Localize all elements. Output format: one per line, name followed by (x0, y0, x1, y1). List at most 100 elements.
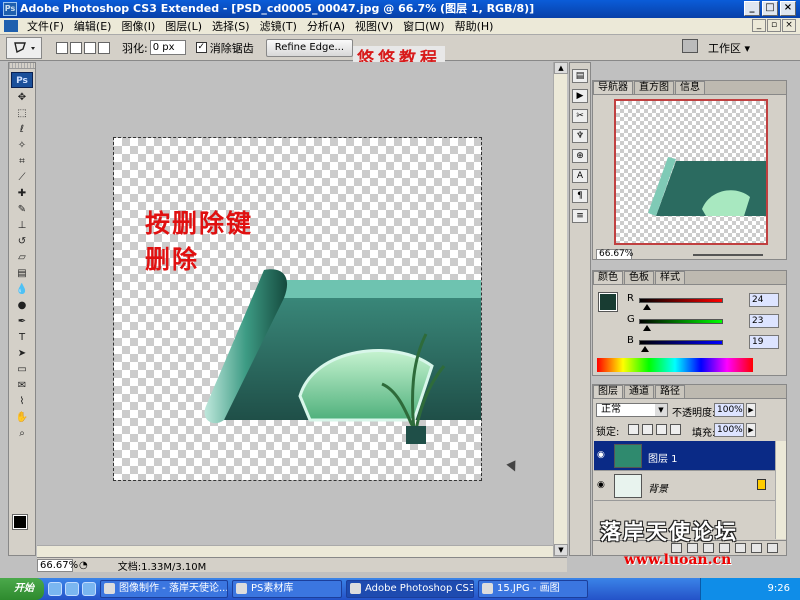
marquee-tool-icon[interactable]: ⬚ (11, 107, 33, 120)
layer-row-background[interactable]: ◉ 背景 (594, 471, 786, 501)
shape-tool-icon[interactable]: ▭ (11, 363, 33, 376)
horizontal-scrollbar[interactable] (37, 545, 553, 557)
start-button[interactable]: 开始 (0, 578, 44, 600)
lock-position-icon[interactable] (656, 424, 667, 435)
tab-info[interactable]: 信息 (675, 81, 705, 94)
tool-presets-icon[interactable]: ✂ (572, 109, 588, 123)
zoom-level-field[interactable]: 66.67% (37, 558, 78, 572)
lasso-tool-icon[interactable]: ℓ (11, 123, 33, 136)
bridge-icon[interactable] (682, 39, 698, 53)
hand-tool-icon[interactable]: ✋ (11, 411, 33, 424)
clone-source-icon[interactable]: ⊕ (572, 149, 588, 163)
tool-preset-picker[interactable] (6, 36, 42, 59)
path-selection-tool-icon[interactable]: ➤ (11, 347, 33, 360)
tab-histogram[interactable]: 直方图 (634, 81, 674, 94)
tab-paths[interactable]: 路径 (655, 385, 685, 398)
image-canvas[interactable] (113, 137, 482, 481)
brush-tool-icon[interactable]: ✎ (11, 203, 33, 216)
tab-layers[interactable]: 图层 (593, 385, 623, 398)
crop-tool-icon[interactable]: ⌗ (11, 155, 33, 168)
eraser-tool-icon[interactable]: ▱ (11, 251, 33, 264)
scroll-up-icon[interactable]: ▲ (554, 62, 568, 74)
menu-layer[interactable]: 图层(L) (160, 18, 207, 34)
blend-mode-select[interactable]: 正常 ▼ (596, 403, 668, 417)
close-button[interactable]: × (780, 1, 796, 16)
clone-stamp-tool-icon[interactable]: ⊥ (11, 219, 33, 232)
document-icon[interactable] (4, 20, 18, 32)
doc-close-button[interactable]: × (782, 19, 796, 32)
lock-all-icon[interactable] (670, 424, 681, 435)
feather-input[interactable]: 0 px (149, 40, 186, 55)
slice-tool-icon[interactable]: ⟋ (11, 171, 33, 184)
blur-tool-icon[interactable]: 💧 (11, 283, 33, 296)
layer-comps-icon[interactable]: ≡ (572, 209, 588, 223)
pen-tool-icon[interactable]: ✒ (11, 315, 33, 328)
tab-navigator[interactable]: 导航器 (593, 81, 633, 94)
actions-panel-icon[interactable]: ▶ (572, 89, 588, 103)
doc-minimize-button[interactable]: _ (752, 19, 766, 32)
history-brush-tool-icon[interactable]: ↺ (11, 235, 33, 248)
blue-slider-knob[interactable] (640, 346, 649, 352)
tab-swatches[interactable]: 色板 (624, 271, 654, 284)
color-spectrum-bar[interactable] (597, 358, 753, 372)
gradient-tool-icon[interactable]: ▤ (11, 267, 33, 280)
blue-value-field[interactable]: 19 (749, 335, 779, 349)
minimize-button[interactable]: _ (744, 1, 760, 16)
lock-transparency-icon[interactable] (628, 424, 639, 435)
history-panel-icon[interactable]: ▤ (572, 69, 588, 83)
task-photoshop[interactable]: Adobe Photoshop CS3 E... (346, 580, 474, 598)
zoom-tool-icon[interactable]: ⌕ (11, 427, 33, 440)
move-tool-icon[interactable]: ✥ (11, 91, 33, 104)
paragraph-panel-icon[interactable]: ¶ (572, 189, 588, 203)
antialias-checkbox[interactable]: ✓ (195, 42, 207, 53)
character-panel-icon[interactable]: A (572, 169, 588, 183)
scroll-down-icon[interactable]: ▼ (554, 544, 568, 556)
menu-window[interactable]: 窗口(W) (398, 18, 449, 34)
task-browser[interactable]: 图像制作 - 落岸天使论... (100, 580, 228, 598)
task-folder[interactable]: PS素材库 (232, 580, 342, 598)
menu-select[interactable]: 选择(S) (207, 18, 255, 34)
red-slider-knob[interactable] (642, 304, 651, 310)
new-selection-icon[interactable] (56, 41, 68, 54)
navigator-zoom-slider[interactable] (693, 254, 763, 256)
navigator-zoom-field[interactable]: 66.67% (596, 249, 633, 260)
tab-channels[interactable]: 通道 (624, 385, 654, 398)
status-info-icon[interactable]: ◔ (79, 560, 88, 571)
browser-icon[interactable] (82, 582, 96, 596)
eyedropper-tool-icon[interactable]: ⌇ (11, 395, 33, 408)
refine-edge-button[interactable]: Refine Edge... (265, 38, 354, 57)
tab-styles[interactable]: 样式 (655, 271, 685, 284)
task-paint[interactable]: 15.JPG - 画图 (478, 580, 588, 598)
menu-image[interactable]: 图像(I) (116, 18, 160, 34)
green-value-field[interactable]: 23 (749, 314, 779, 328)
menu-file[interactable]: 文件(F) (22, 18, 69, 34)
layer-row-layer1[interactable]: ◉ 图层 1 (594, 441, 786, 471)
add-selection-icon[interactable] (70, 41, 82, 54)
red-value-field[interactable]: 24 (749, 293, 779, 307)
show-desktop-icon[interactable] (65, 582, 79, 596)
menu-edit[interactable]: 编辑(E) (69, 18, 117, 34)
vertical-scrollbar[interactable]: ▲ ▼ (553, 62, 568, 556)
brushes-panel-icon[interactable]: ♆ (572, 129, 588, 143)
opacity-field[interactable]: 100% (714, 403, 744, 417)
dodge-tool-icon[interactable]: ● (11, 299, 33, 312)
color-panel-fg-swatch[interactable] (598, 292, 618, 312)
maximize-button[interactable]: □ (762, 1, 778, 16)
menu-help[interactable]: 帮助(H) (450, 18, 499, 34)
workspace-button[interactable]: 工作区 ▾ (708, 40, 750, 56)
healing-brush-tool-icon[interactable]: ✚ (11, 187, 33, 200)
fill-field[interactable]: 100% (714, 423, 744, 437)
notes-tool-icon[interactable]: ✉ (11, 379, 33, 392)
green-slider-knob[interactable] (642, 325, 651, 331)
doc-restore-button[interactable]: ▫ (767, 19, 781, 32)
magic-wand-tool-icon[interactable]: ✧ (11, 139, 33, 152)
menu-view[interactable]: 视图(V) (350, 18, 398, 34)
green-slider[interactable] (639, 319, 723, 324)
subtract-selection-icon[interactable] (84, 41, 96, 54)
red-slider[interactable] (639, 298, 723, 303)
toolbox-grip[interactable] (9, 63, 35, 69)
fill-slider-button[interactable]: ▶ (746, 423, 756, 437)
intersect-selection-icon[interactable] (98, 41, 110, 54)
tab-color[interactable]: 颜色 (593, 271, 623, 284)
menu-filter[interactable]: 滤镜(T) (255, 18, 302, 34)
